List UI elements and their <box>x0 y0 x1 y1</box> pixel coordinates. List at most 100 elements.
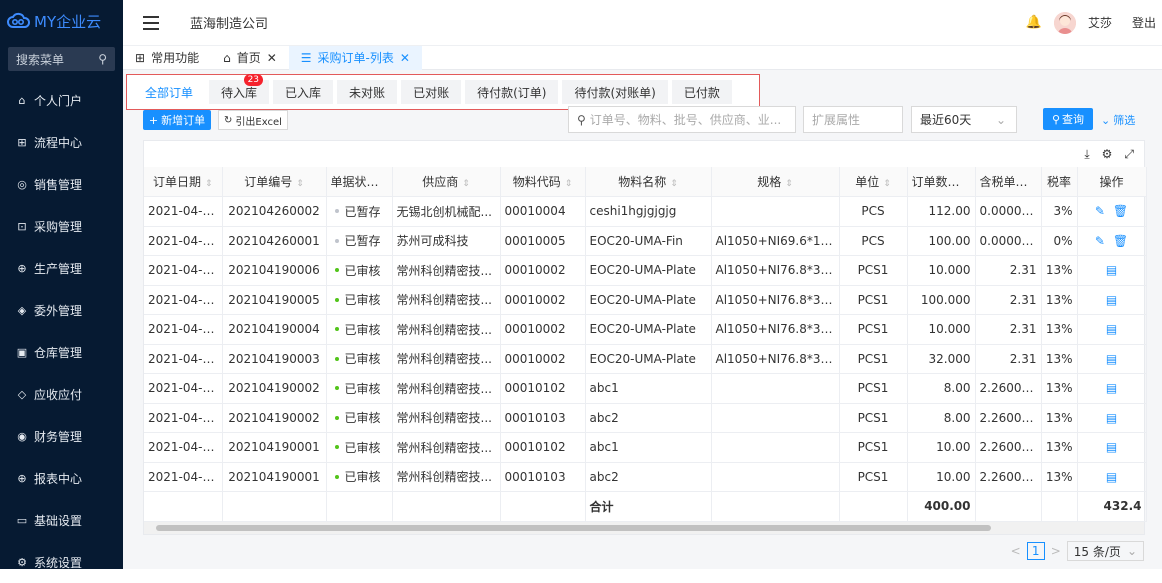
cell-value: 13% <box>1046 440 1073 454</box>
detail-icon[interactable]: ▤ <box>1106 470 1117 484</box>
delete-icon[interactable]: 🗑 <box>1113 204 1128 218</box>
horizontal-scrollbar[interactable] <box>144 522 1144 534</box>
avatar[interactable] <box>1054 12 1076 34</box>
tab-home[interactable]: ⌂ 首页 ✕ <box>211 46 289 70</box>
column-header[interactable]: 单位⇕ <box>839 167 907 197</box>
sidebar-item-10[interactable]: ▭基础设置 <box>0 499 123 541</box>
search-input[interactable]: ⚲订单号、物料、批号、供应商、业... <box>568 106 796 133</box>
detail-icon[interactable]: ▤ <box>1106 322 1117 336</box>
date-range-select[interactable]: 最近60天⌄ <box>911 106 1017 133</box>
tab-common-functions[interactable]: ⊞ 常用功能 <box>123 46 211 70</box>
fullscreen-icon[interactable]: ⤢ <box>1124 147 1134 162</box>
page-size-select[interactable]: 15 条/页⌄ <box>1067 541 1144 561</box>
detail-icon[interactable]: ▤ <box>1106 352 1117 366</box>
sort-icon[interactable]: ⇕ <box>296 179 304 189</box>
detail-icon[interactable]: ▤ <box>1106 440 1117 454</box>
delete-icon[interactable]: 🗑 <box>1113 234 1128 248</box>
column-header[interactable]: 操作 <box>1077 167 1146 197</box>
column-header[interactable]: 含税单价⇕ <box>975 167 1041 197</box>
table-row[interactable]: 2021-04-26202104260001已暂存苏州可成科技00010005E… <box>144 226 1146 256</box>
gear-icon[interactable]: ⚙ <box>1102 147 1113 161</box>
status-tab-6[interactable]: 待付款(对账单) <box>562 80 667 104</box>
page-number[interactable]: 1 <box>1027 542 1045 560</box>
bell-icon[interactable]: 🔔 <box>1026 15 1042 30</box>
sidebar-item-5[interactable]: ◈委外管理 <box>0 289 123 331</box>
close-icon[interactable]: ✕ <box>267 51 277 65</box>
next-page-icon[interactable]: > <box>1051 544 1061 558</box>
cell-value: 已审核 <box>345 352 381 366</box>
sort-icon[interactable]: ⇕ <box>462 179 470 189</box>
menu-search[interactable]: 搜索菜单 ⚲ <box>8 47 115 71</box>
sort-icon[interactable]: ⇕ <box>565 179 573 189</box>
sidebar-item-3[interactable]: ⊡采购管理 <box>0 205 123 247</box>
app-logo[interactable]: MY企业云 <box>0 0 123 42</box>
table-row[interactable]: 2021-04-19202104190001已审核常州科创精密技...00010… <box>144 433 1146 463</box>
detail-icon[interactable]: ▤ <box>1106 263 1117 277</box>
new-order-button[interactable]: +新增订单 <box>143 110 211 130</box>
sort-icon[interactable]: ⇕ <box>785 179 793 189</box>
sidebar-item-6[interactable]: ▣仓库管理 <box>0 331 123 373</box>
cell-value: 2021-04-19 <box>148 411 218 425</box>
edit-icon[interactable]: ✎ <box>1095 204 1105 218</box>
table-row[interactable]: 2021-04-19202104190002已审核常州科创精密技...00010… <box>144 374 1146 404</box>
list-icon: ☰ <box>301 51 312 65</box>
export-excel-button[interactable]: ↻引出Excel <box>218 110 288 130</box>
menu-toggle-icon[interactable] <box>143 16 159 30</box>
column-header[interactable]: 物料代码⇕ <box>500 167 585 197</box>
sidebar-item-8[interactable]: ◉财务管理 <box>0 415 123 457</box>
cell-value: abc2 <box>590 470 619 484</box>
sort-icon[interactable]: ⇕ <box>964 179 972 189</box>
status-tab-3[interactable]: 未对账 <box>337 80 397 104</box>
user-name[interactable]: 艾莎 <box>1088 14 1112 31</box>
sidebar-item-11[interactable]: ⚙系统设置 <box>0 541 123 583</box>
prev-page-icon[interactable]: < <box>1011 544 1021 558</box>
sidebar-item-4[interactable]: ⊕生产管理 <box>0 247 123 289</box>
download-icon[interactable]: ⤓ <box>1084 147 1089 162</box>
status-tab-7[interactable]: 已付款 <box>672 80 732 104</box>
column-header[interactable]: 订单编号⇕ <box>222 167 326 197</box>
filter-button[interactable]: ⌄筛选 <box>1101 110 1135 130</box>
logout-link[interactable]: 登出 <box>1132 14 1156 31</box>
extended-attribute-input[interactable]: 扩展属性 <box>803 106 903 133</box>
table-row[interactable]: 2021-04-19202104190002已审核常州科创精密技...00010… <box>144 403 1146 433</box>
column-header[interactable]: 规格⇕ <box>711 167 839 197</box>
table-row[interactable]: 2021-04-19202104190006已审核常州科创精密技...00010… <box>144 256 1146 286</box>
status-tab-0[interactable]: 全部订单 <box>133 80 205 104</box>
detail-icon[interactable]: ▤ <box>1106 293 1117 307</box>
sort-icon[interactable]: ⇕ <box>383 179 391 189</box>
table-row[interactable]: 2021-04-26202104260002已暂存无锡北创机械配...00010… <box>144 197 1146 227</box>
cell-tax: 13% <box>1041 433 1077 463</box>
detail-icon[interactable]: ▤ <box>1106 381 1117 395</box>
sidebar-item-9[interactable]: ⊕报表中心 <box>0 457 123 499</box>
close-icon[interactable]: ✕ <box>400 51 410 65</box>
sidebar: MY企业云 搜索菜单 ⚲ ⌂个人门户⊞流程中心◎销售管理⊡采购管理⊕生产管理◈委… <box>0 0 123 569</box>
sort-icon[interactable]: ⇕ <box>670 179 678 189</box>
table-row[interactable]: 2021-04-19202104190003已审核常州科创精密技...00010… <box>144 344 1146 374</box>
column-header[interactable]: 供应商⇕ <box>392 167 500 197</box>
sort-icon[interactable]: ⇕ <box>205 179 213 189</box>
edit-icon[interactable]: ✎ <box>1095 234 1105 248</box>
column-header[interactable]: 单据状态⇕ <box>326 167 392 197</box>
status-tab-label: 待入库 <box>221 84 257 101</box>
sidebar-item-1[interactable]: ⊞流程中心 <box>0 121 123 163</box>
sort-icon[interactable]: ⇕ <box>883 179 891 189</box>
table-row[interactable]: 2021-04-19202104190004已审核常州科创精密技...00010… <box>144 315 1146 345</box>
status-tab-1[interactable]: 待入库23 <box>209 80 269 104</box>
table-row[interactable]: 2021-04-19202104190001已审核常州科创精密技...00010… <box>144 462 1146 492</box>
detail-icon[interactable]: ▤ <box>1106 411 1117 425</box>
sidebar-item-2[interactable]: ◎销售管理 <box>0 163 123 205</box>
column-header[interactable]: 订单日期⇕ <box>144 167 222 197</box>
cell-status: 已审核 <box>326 433 392 463</box>
column-header[interactable]: 物料名称⇕ <box>585 167 711 197</box>
column-header[interactable]: 税率 <box>1041 167 1077 197</box>
query-button[interactable]: ⚲查询 <box>1043 108 1093 130</box>
sidebar-item-7[interactable]: ◇应收应付 <box>0 373 123 415</box>
column-header[interactable]: 订单数量⇕ <box>907 167 975 197</box>
status-tab-2[interactable]: 已入库 <box>273 80 333 104</box>
tab-purchase-order-list[interactable]: ☰ 采购订单-列表 ✕ <box>289 46 422 70</box>
status-tab-4[interactable]: 已对账 <box>401 80 461 104</box>
sidebar-item-0[interactable]: ⌂个人门户 <box>0 79 123 121</box>
status-tab-5[interactable]: 待付款(订单) <box>465 80 558 104</box>
table-row[interactable]: 2021-04-19202104190005已审核常州科创精密技...00010… <box>144 285 1146 315</box>
sort-icon[interactable]: ⇕ <box>1032 179 1040 189</box>
